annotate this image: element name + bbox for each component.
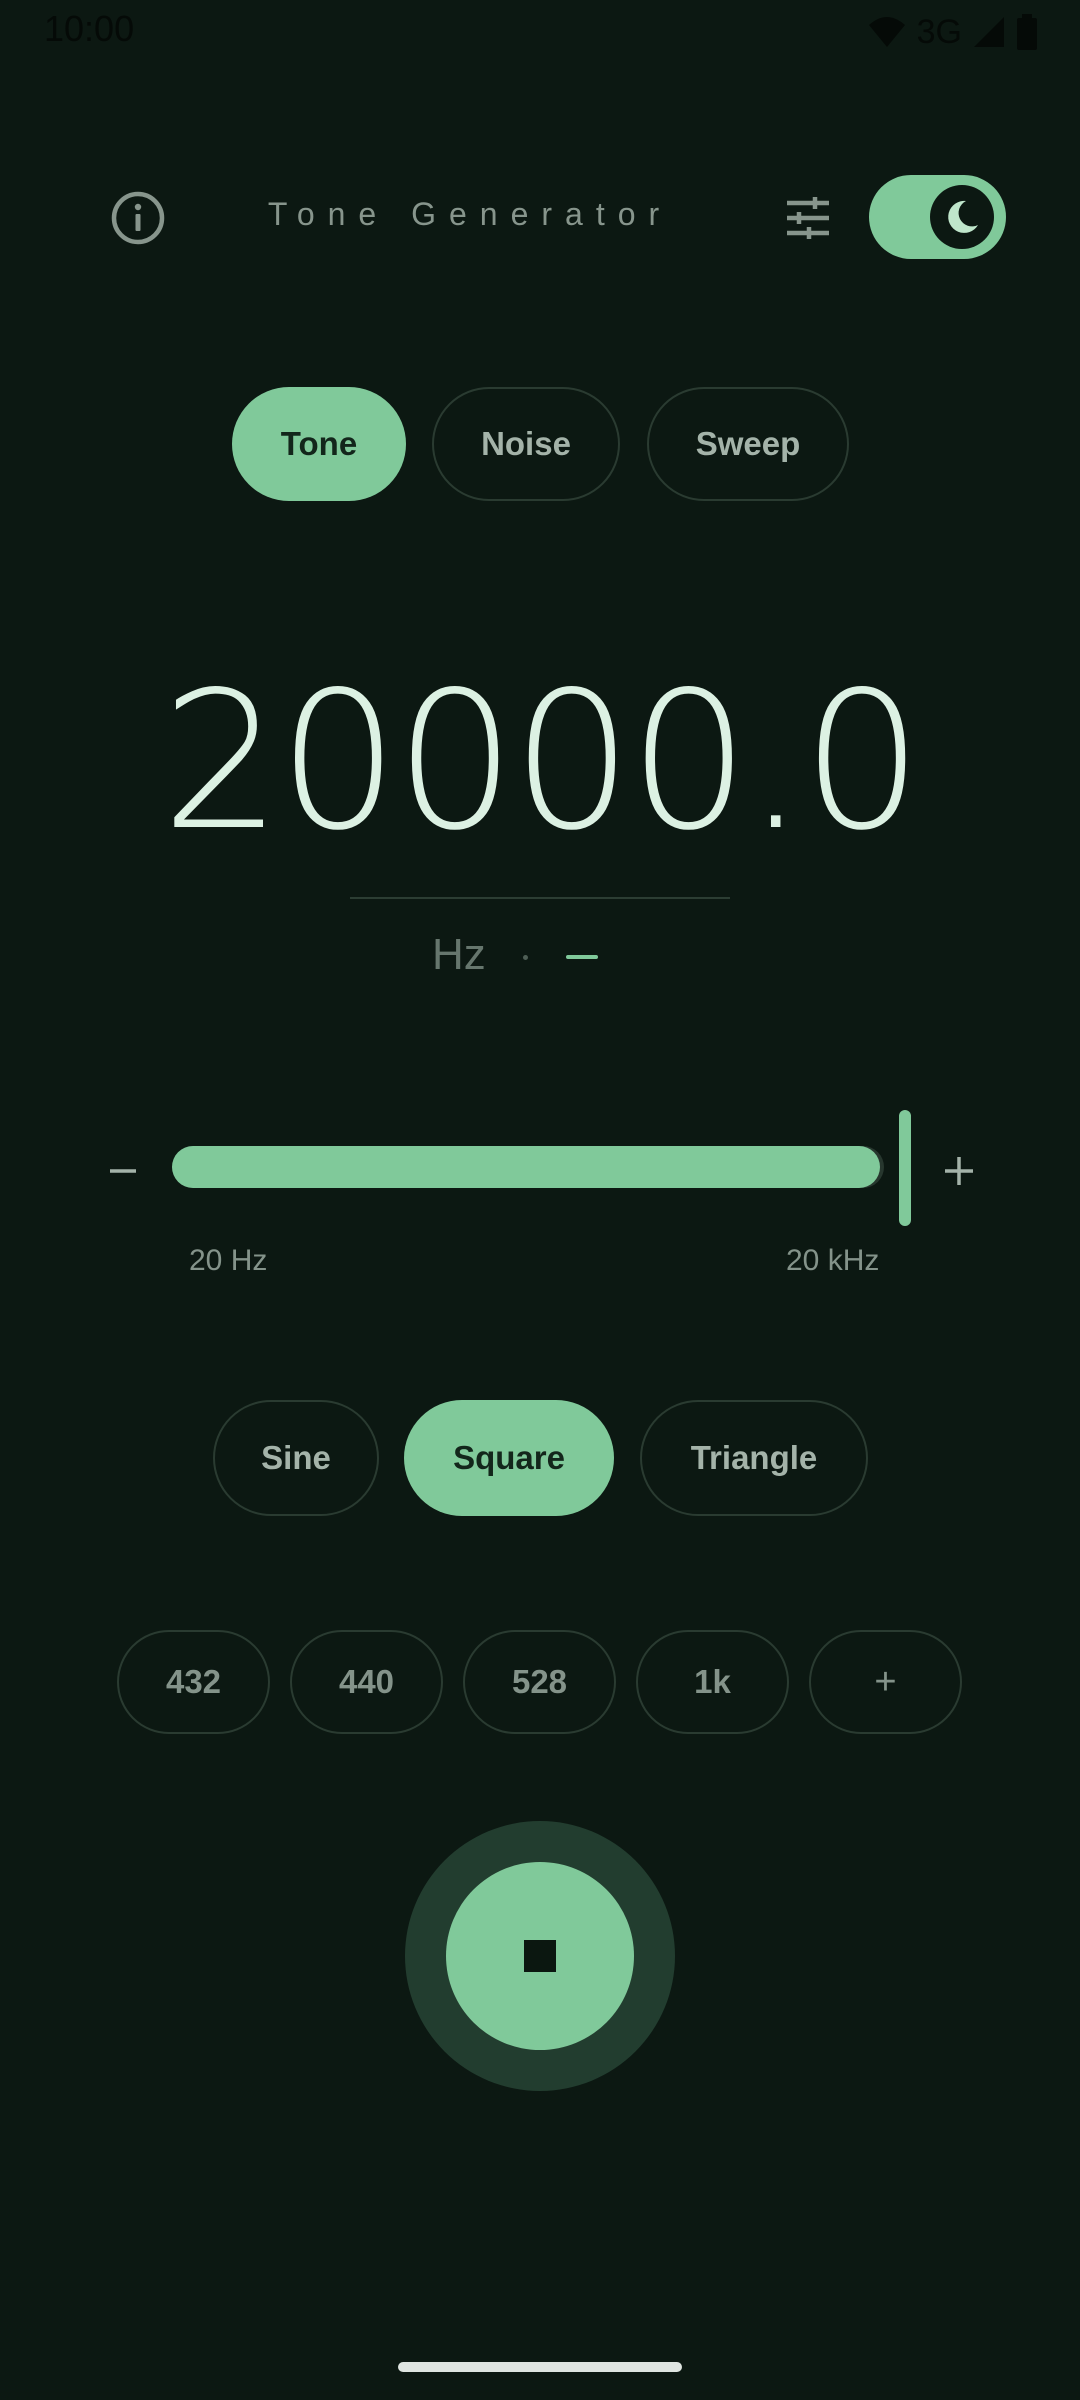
network-type: 3G [916,12,962,51]
wifi-icon [868,17,905,47]
decrease-button[interactable] [100,1148,146,1194]
waveform-triangle[interactable]: Triangle [640,1400,868,1516]
preset-432[interactable]: 432 [117,1630,270,1734]
tune-sliders-icon [787,197,829,239]
frequency-slider-fill [172,1146,880,1188]
theme-toggle[interactable] [869,175,1006,259]
mode-noise[interactable]: Noise [432,387,620,501]
range-min-label: 20 Hz [189,1244,268,1277]
frequency-unit: Hz [432,930,486,979]
info-icon [111,191,165,245]
page-indicator-active [566,955,598,959]
home-indicator[interactable] [398,2362,682,2372]
frequency-slider-thumb[interactable] [899,1110,911,1226]
frequency-underline [350,897,730,899]
waveform-square[interactable]: Square [404,1400,614,1516]
increase-button[interactable] [934,1146,984,1196]
status-time: 10:00 [44,8,135,49]
preset-440[interactable]: 440 [290,1630,443,1734]
status-icons: 3G [867,10,1038,54]
preset-1k[interactable]: 1k [636,1630,789,1734]
stop-icon [524,1940,556,1972]
page-indicator-dot [523,955,528,960]
plus-icon [945,1157,973,1185]
waveform-sine[interactable]: Sine [213,1400,379,1516]
minus-icon [110,1169,136,1173]
frequency-value[interactable]: 20000.0 [0,662,1080,862]
info-button[interactable] [104,184,172,252]
range-max-label: 20 kHz [786,1244,880,1277]
battery-icon [1017,14,1037,50]
theme-toggle-knob [930,185,994,249]
stop-button[interactable] [446,1862,634,2050]
mode-sweep[interactable]: Sweep [647,387,849,501]
mode-tone[interactable]: Tone [232,387,406,501]
status-bar: 10:00 3G [0,0,1080,64]
signal-icon [974,17,1004,47]
moon-icon [948,200,978,233]
app-title: Tone Generator [267,196,673,232]
add-preset-button[interactable]: + [809,1630,962,1734]
preset-528[interactable]: 528 [463,1630,616,1734]
settings-button[interactable] [774,184,840,252]
